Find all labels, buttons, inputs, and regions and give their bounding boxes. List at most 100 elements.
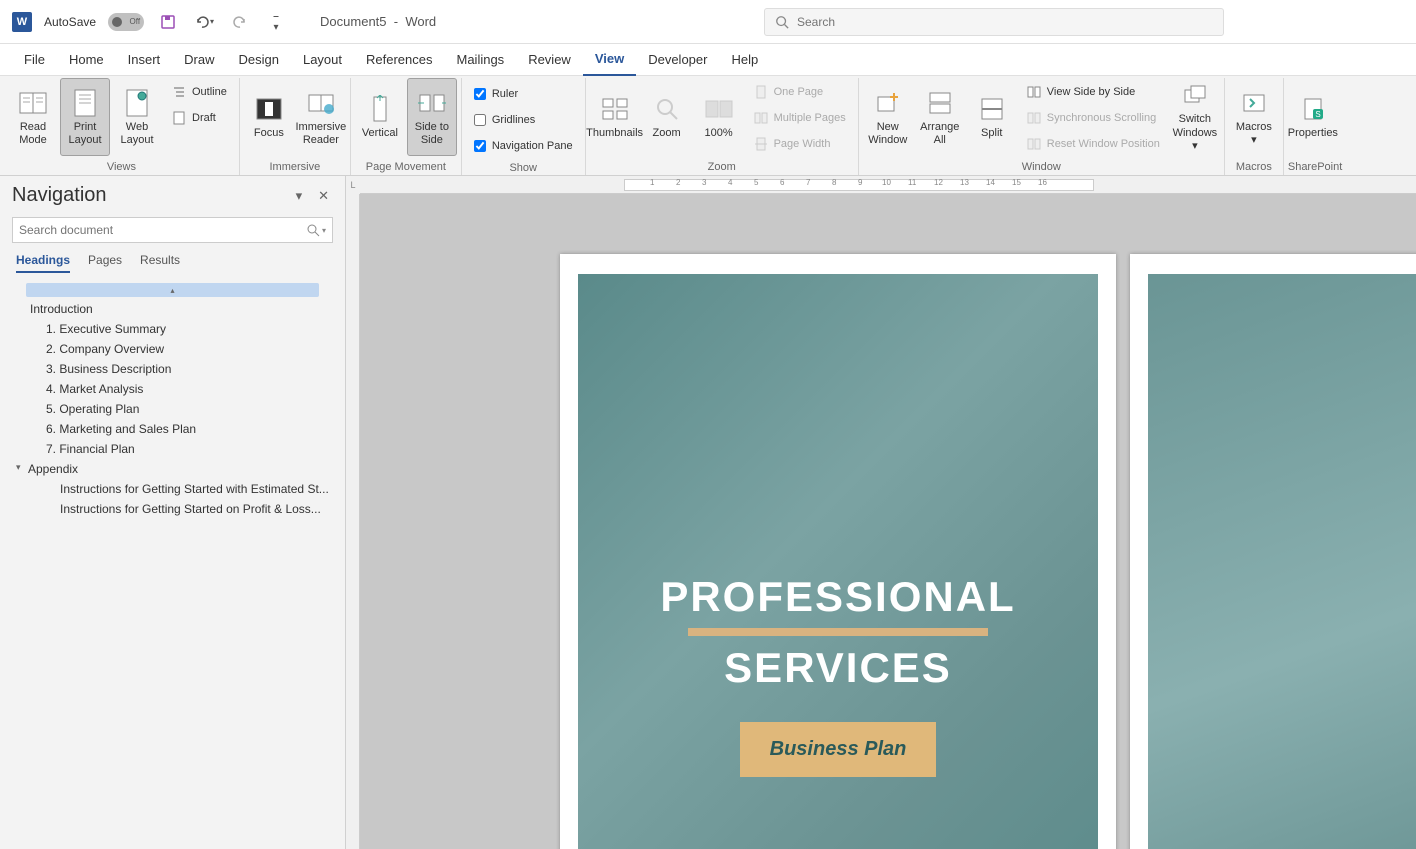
nav-heading-item[interactable]: 1. Executive Summary [12,319,333,339]
nav-search-input[interactable] [19,223,306,237]
cover-title-1[interactable]: PROFESSIONAL [660,574,1015,620]
view-side-by-side-button[interactable]: View Side by Side [1023,80,1164,104]
new-window-icon [872,87,904,119]
ruler-checkbox[interactable]: Ruler [470,82,577,106]
vertical-ruler[interactable] [346,194,360,849]
nav-heading-item[interactable]: Appendix [12,459,333,479]
nav-heading-item[interactable]: Instructions for Getting Started on Prof… [12,499,333,519]
redo-button[interactable] [228,10,252,34]
undo-button[interactable]: ▾ [192,10,216,34]
switch-windows-icon [1179,81,1211,111]
reset-window-position-button[interactable]: Reset Window Position [1023,132,1164,156]
multiple-pages-icon [754,111,768,125]
nav-heading-item[interactable]: 6. Marketing and Sales Plan [12,419,333,439]
sync-scrolling-button[interactable]: Synchronous Scrolling [1023,106,1164,130]
side-to-side-button[interactable]: Side to Side [407,78,457,156]
navigation-pane: Navigation ▾ ✕ ▾ Headings Pages Results … [0,176,346,849]
zoom-icon [651,93,683,125]
nav-tab-headings[interactable]: Headings [16,253,70,273]
nav-heading-item[interactable]: 2. Company Overview [12,339,333,359]
nav-tab-results[interactable]: Results [140,253,180,273]
page-2-image [1148,274,1416,849]
cover-badge[interactable]: Business Plan [740,722,937,777]
web-layout-icon [121,87,153,119]
properties-icon: S [1297,93,1329,125]
tab-references[interactable]: References [354,44,444,76]
tab-insert[interactable]: Insert [116,44,173,76]
print-layout-button[interactable]: Print Layout [60,78,110,156]
tab-mailings[interactable]: Mailings [445,44,517,76]
page-1[interactable]: PROFESSIONAL SERVICES Business Plan [560,254,1116,849]
properties-button[interactable]: S Properties [1288,78,1338,156]
page-width-button[interactable]: Page Width [750,132,850,156]
web-layout-button[interactable]: Web Layout [112,78,162,156]
nav-heading-item[interactable]: 7. Financial Plan [12,439,333,459]
immersive-reader-button[interactable]: Immersive Reader [296,78,346,156]
macros-button[interactable]: Macros▾ [1229,78,1279,156]
group-views: Read Mode Print Layout Web Layout Outlin… [4,78,240,175]
thumbnails-button[interactable]: Thumbnails [590,78,640,156]
immersive-reader-icon [305,87,337,119]
group-window-label: Window [863,159,1220,175]
page-width-icon [754,137,768,151]
one-page-icon [754,85,768,99]
autosave-state: Off [130,17,141,26]
read-mode-button[interactable]: Read Mode [8,78,58,156]
switch-windows-button[interactable]: Switch Windows ▾ [1170,78,1220,156]
nav-heading-item[interactable]: 5. Operating Plan [12,399,333,419]
pages-container[interactable]: PROFESSIONAL SERVICES Business Plan [360,194,1416,849]
search-input[interactable] [797,15,1213,29]
tab-review[interactable]: Review [516,44,583,76]
tab-design[interactable]: Design [227,44,291,76]
one-page-button[interactable]: One Page [750,80,850,104]
group-sharepoint-label: SharePoint [1288,159,1342,175]
split-button[interactable]: Split [967,78,1017,156]
main: Navigation ▾ ✕ ▾ Headings Pages Results … [0,176,1416,849]
navpane-close-button[interactable]: ✕ [314,186,333,206]
tab-draw[interactable]: Draw [172,44,226,76]
vertical-button[interactable]: Vertical [355,78,405,156]
group-views-label: Views [8,159,235,175]
nav-tabs: Headings Pages Results [12,253,333,273]
view-side-icon [1027,85,1041,99]
outline-button[interactable]: Outline [168,80,231,104]
tab-file[interactable]: File [12,44,57,76]
navpane-dropdown-button[interactable]: ▾ [292,186,307,206]
group-show: Ruler Gridlines Navigation Pane Show [462,78,586,175]
nav-heading-item[interactable]: Introduction [12,299,333,319]
new-window-button[interactable]: New Window [863,78,913,156]
outline-icon [172,85,186,99]
navigation-pane-checkbox[interactable]: Navigation Pane [470,134,577,158]
nav-jump-to-top[interactable]: ▴ [26,283,319,297]
tab-layout[interactable]: Layout [291,44,354,76]
group-page-movement: Vertical Side to Side Page Movement [351,78,462,175]
nav-heading-item[interactable]: Instructions for Getting Started with Es… [12,479,333,499]
autosave-toggle[interactable]: Off [108,13,144,31]
split-icon [976,93,1008,125]
focus-button[interactable]: Focus [244,78,294,156]
tab-view[interactable]: View [583,44,636,76]
tab-home[interactable]: Home [57,44,116,76]
tab-help[interactable]: Help [719,44,770,76]
arrange-all-button[interactable]: Arrange All [915,78,965,156]
search-icon [775,15,789,29]
horizontal-ruler[interactable]: 1 2 3 4 5 6 7 8 9 10 11 12 13 14 15 16 [360,176,1416,194]
chevron-down-icon[interactable]: ▾ [322,226,326,235]
search-bar[interactable] [764,8,1224,36]
document-title: Document5 - Word [320,14,436,29]
draft-button[interactable]: Draft [168,106,231,130]
multiple-pages-button[interactable]: Multiple Pages [750,106,850,130]
customize-qat-button[interactable]: ⎯▾ [264,10,288,34]
tab-developer[interactable]: Developer [636,44,719,76]
cover-title-2[interactable]: SERVICES [724,644,952,692]
nav-search[interactable]: ▾ [12,217,333,243]
zoom-button[interactable]: Zoom [642,78,692,156]
page-2[interactable] [1130,254,1416,849]
hundred-percent-button[interactable]: 100% [694,78,744,156]
toggle-knob [112,17,122,27]
gridlines-checkbox[interactable]: Gridlines [470,108,577,132]
nav-heading-item[interactable]: 3. Business Description [12,359,333,379]
save-button[interactable] [156,10,180,34]
nav-tab-pages[interactable]: Pages [88,253,122,273]
nav-heading-item[interactable]: 4. Market Analysis [12,379,333,399]
